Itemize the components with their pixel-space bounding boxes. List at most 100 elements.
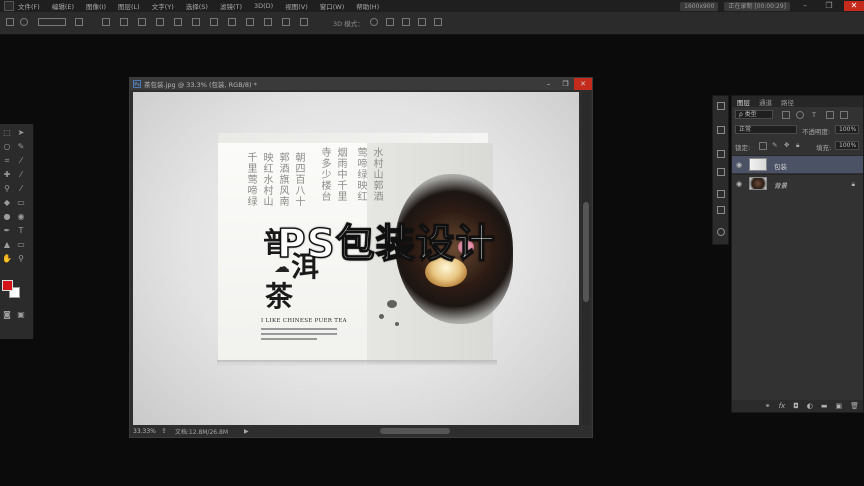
restore-icon[interactable]: ❐ <box>820 1 838 11</box>
share-icon[interactable]: ⇪ <box>161 427 167 435</box>
quick-select-icon[interactable]: ✎ <box>16 142 26 152</box>
doc-minimize-icon[interactable]: – <box>540 78 557 90</box>
new-group-icon[interactable]: ▬ <box>821 402 828 410</box>
layer-filter-kind[interactable]: ρ 类型 <box>735 110 773 119</box>
gradient-tool-icon[interactable]: ▭ <box>16 198 26 208</box>
3d-scale-icon[interactable] <box>434 18 442 26</box>
menu-image[interactable]: 图像(I) <box>86 1 106 11</box>
zoom-tool-icon[interactable]: ⚲ <box>16 254 26 264</box>
doc-close-icon[interactable]: ✕ <box>574 78 592 90</box>
status-menu-arrow-icon[interactable]: ▶ <box>244 428 249 435</box>
history-brush-icon[interactable]: ⁄ <box>16 184 26 194</box>
menu-window[interactable]: 窗口(W) <box>320 1 345 11</box>
shape-tool-icon[interactable]: ▭ <box>16 240 26 250</box>
adjustments-panel-icon[interactable] <box>717 228 725 236</box>
visibility-eye-icon[interactable]: ◉ <box>736 180 742 188</box>
3d-roll-icon[interactable] <box>386 18 394 26</box>
hand-tool-icon[interactable]: ✋ <box>2 254 12 264</box>
visibility-eye-icon[interactable]: ◉ <box>736 161 742 169</box>
brush-panel-icon[interactable] <box>717 150 725 158</box>
actions-panel-icon[interactable] <box>717 126 725 134</box>
lock-pixels-icon[interactable]: ✎ <box>772 141 777 149</box>
tab-layers[interactable]: 图层 <box>737 97 750 107</box>
dodge-tool-icon[interactable]: ◉ <box>16 212 26 222</box>
distribute-left-icon[interactable] <box>264 18 272 26</box>
layer-name[interactable]: 背景 <box>774 180 787 190</box>
distribute-vcenter-icon[interactable] <box>228 18 236 26</box>
clone-source-icon[interactable] <box>717 168 725 176</box>
lasso-tool-icon[interactable]: ○ <box>2 142 12 152</box>
doc-restore-icon[interactable]: ❐ <box>557 78 574 90</box>
vertical-scroll-thumb[interactable] <box>583 202 589 302</box>
brush-tool-icon[interactable]: ⁄ <box>16 170 26 180</box>
marquee-tool-icon[interactable]: ⬚ <box>2 128 12 138</box>
menu-filter[interactable]: 滤镜(T) <box>220 1 242 11</box>
new-adjustment-icon[interactable]: ◐ <box>807 402 813 410</box>
3d-rotate-icon[interactable] <box>370 18 378 26</box>
align-hcenter-icon[interactable] <box>174 18 182 26</box>
screen-mode-icon[interactable]: ▣ <box>16 310 26 320</box>
fill-input[interactable]: 100% <box>835 141 859 150</box>
align-vcenter-icon[interactable] <box>120 18 128 26</box>
zoom-level[interactable]: 33.33% <box>133 428 161 435</box>
healing-brush-icon[interactable]: ✚ <box>2 170 12 180</box>
tab-channels[interactable]: 通道 <box>759 97 772 107</box>
minimize-icon[interactable]: – <box>796 1 814 11</box>
menu-select[interactable]: 选择(S) <box>186 1 208 11</box>
pen-tool-icon[interactable]: ✒ <box>2 226 12 236</box>
app-icon[interactable] <box>4 1 14 11</box>
menu-edit[interactable]: 编辑(E) <box>52 1 74 11</box>
path-select-icon[interactable]: ▲ <box>2 240 12 250</box>
history-panel-icon[interactable] <box>717 102 725 110</box>
filter-pixel-icon[interactable] <box>782 111 790 119</box>
tool-preset-icon[interactable] <box>20 18 28 26</box>
menu-3d[interactable]: 3D(D) <box>254 2 273 10</box>
document-tab[interactable]: Ps 茶包装.jpg @ 33.3% (包装, RGB/8) * – ❐ ✕ <box>130 78 592 90</box>
lock-all-icon[interactable]: 🔒︎ <box>796 141 799 150</box>
3d-drag-icon[interactable] <box>402 18 410 26</box>
delete-layer-icon[interactable]: 🗑︎ <box>850 402 859 410</box>
distribute-bottom-icon[interactable] <box>246 18 254 26</box>
quick-mask-icon[interactable]: ◙ <box>2 310 12 320</box>
opacity-input[interactable]: 100% <box>835 125 859 134</box>
add-mask-icon[interactable]: ◘ <box>793 402 799 410</box>
auto-select-dropdown[interactable] <box>38 18 66 26</box>
horizontal-scroll-thumb[interactable] <box>380 428 450 434</box>
type-tool-icon[interactable]: T <box>16 226 26 236</box>
align-bottom-icon[interactable] <box>138 18 146 26</box>
menu-layer[interactable]: 图层(L) <box>118 1 140 11</box>
layer-row-background[interactable]: ◉ 背景 🔒︎ <box>732 174 863 192</box>
align-top-icon[interactable] <box>102 18 110 26</box>
lock-transparent-icon[interactable] <box>759 142 767 150</box>
layer-row-packaging[interactable]: ◉ 包装 <box>732 155 863 173</box>
new-layer-icon[interactable]: ▣ <box>835 402 842 410</box>
eyedropper-icon[interactable]: ⁄ <box>16 156 26 166</box>
menu-view[interactable]: 视图(V) <box>285 1 308 11</box>
distribute-hcenter-icon[interactable] <box>282 18 290 26</box>
foreground-color-swatch[interactable] <box>2 280 13 291</box>
distribute-top-icon[interactable] <box>210 18 218 26</box>
filter-smart-icon[interactable] <box>840 111 848 119</box>
blur-tool-icon[interactable]: ● <box>2 212 12 222</box>
move-tool-icon[interactable]: ➤ <box>16 128 26 138</box>
character-panel-icon[interactable] <box>717 190 725 198</box>
close-icon[interactable]: ✕ <box>844 1 864 11</box>
paragraph-panel-icon[interactable] <box>717 206 725 214</box>
filter-adjust-icon[interactable] <box>796 111 804 119</box>
blend-mode-select[interactable]: 正常 <box>735 125 797 134</box>
vertical-scrollbar[interactable] <box>582 92 590 427</box>
menu-type[interactable]: 文字(Y) <box>152 1 174 11</box>
layer-style-icon[interactable]: fx <box>779 402 786 410</box>
filter-type-icon[interactable]: T <box>812 111 816 119</box>
tab-paths[interactable]: 路径 <box>781 97 794 107</box>
eraser-tool-icon[interactable]: ◆ <box>2 198 12 208</box>
show-transform-checkbox[interactable] <box>75 18 83 26</box>
lock-position-icon[interactable]: ✥ <box>784 141 789 149</box>
clone-stamp-icon[interactable]: ⚲ <box>2 184 12 194</box>
3d-slide-icon[interactable] <box>418 18 426 26</box>
move-tool-icon[interactable] <box>6 18 14 26</box>
menu-help[interactable]: 帮助(H) <box>356 1 379 11</box>
distribute-right-icon[interactable] <box>300 18 308 26</box>
layer-name[interactable]: 包装 <box>774 161 787 171</box>
filter-shape-icon[interactable] <box>826 111 834 119</box>
